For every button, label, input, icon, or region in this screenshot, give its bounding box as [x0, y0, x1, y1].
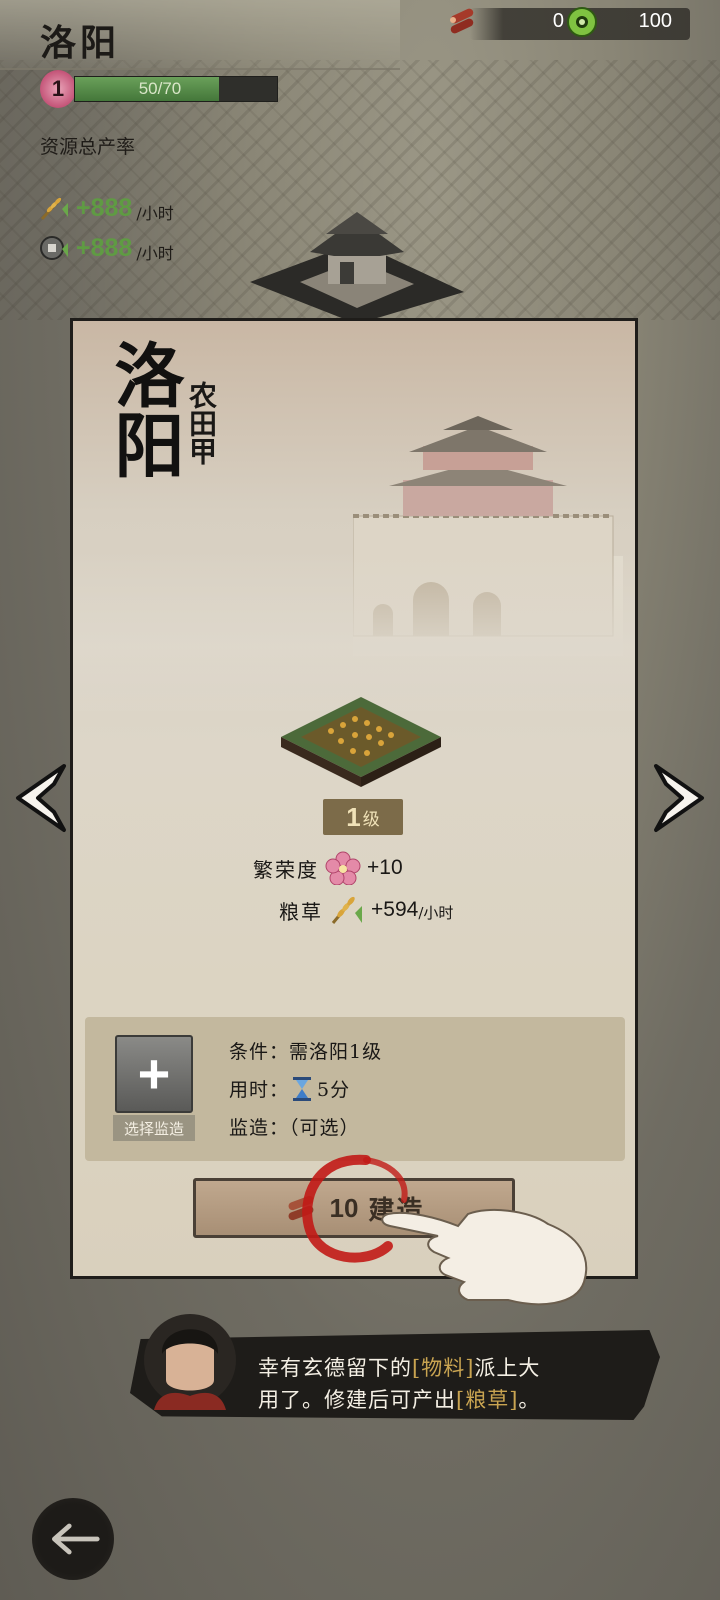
grain-icon — [40, 197, 68, 221]
building-level-number: 1 — [346, 801, 361, 832]
city-level-number: 1 — [51, 76, 65, 101]
dialog-highlight-grain: [粮草] — [456, 1388, 519, 1412]
panel-city-name: 洛阳 — [103, 339, 186, 479]
building-detail-panel: 洛阳 农田甲 1 级 繁荣度 +10 粮草 +594 /小时 + 选择监造 条件… — [70, 318, 638, 1279]
material-count: 0 — [552, 10, 564, 32]
grain-icon — [331, 896, 362, 924]
select-supervisor-label[interactable]: 选择监造 — [113, 1115, 195, 1141]
grain-stat-value: +594 — [371, 898, 419, 921]
grain-stat-row: 粮草 +594 /小时 — [279, 893, 453, 927]
prosperity-progress-text: 50/70 — [138, 79, 182, 98]
coin-rate-value: +888 — [76, 233, 133, 262]
city-level-badge: 1 — [40, 70, 76, 108]
next-arrow-icon[interactable] — [650, 760, 712, 836]
coin-rate-unit: /小时 — [136, 244, 174, 263]
build-time-line: 用时： 5分 — [229, 1075, 350, 1102]
previous-arrow-icon[interactable] — [8, 760, 70, 836]
build-conditions-box: + 选择监造 条件：需洛阳1级 用时： 5分 监造：（可选） — [85, 1017, 625, 1161]
mist-overlay — [73, 551, 635, 711]
city-title: 洛阳 — [40, 22, 121, 64]
prosperity-flower-icon — [325, 851, 361, 885]
tutorial-pointing-hand-icon — [381, 1208, 588, 1306]
prosperity-stat-label: 繁荣度 — [253, 857, 319, 882]
resource-rate-title: 资源总产率 — [40, 136, 136, 158]
dialog-text-segment: 。 — [518, 1388, 541, 1412]
building-level-tag: 1 级 — [323, 799, 403, 835]
back-arrow-icon — [52, 1523, 100, 1555]
dialog-highlight-materials: [物料] — [412, 1356, 475, 1380]
coin-rate-row: +888 /小时 — [38, 232, 174, 264]
grain-rate-value: +888 — [76, 193, 133, 222]
plus-icon: + — [137, 1042, 171, 1105]
jade-count: 100 — [638, 10, 672, 32]
coin-icon — [40, 236, 68, 260]
advisor-portrait — [144, 1314, 236, 1410]
prosperity-stat-value: +10 — [367, 856, 403, 879]
add-supervisor-button[interactable]: + — [115, 1035, 193, 1113]
build-time-label: 用时： — [229, 1079, 290, 1101]
dialog-text-segment: 派上大 — [474, 1356, 541, 1380]
back-button[interactable] — [32, 1498, 114, 1580]
grain-stat-unit: /小时 — [418, 903, 454, 922]
building-level-unit: 级 — [362, 809, 380, 830]
dialog-text-segment: 幸有玄德留下的 — [258, 1356, 412, 1380]
supervisor-line: 监造：（可选） — [229, 1117, 360, 1139]
grain-stat-label: 粮草 — [279, 899, 323, 924]
grain-rate-unit: /小时 — [136, 204, 174, 223]
wood-logs-icon — [450, 8, 474, 34]
panel-plot-name: 农田甲 — [185, 381, 218, 465]
dialog-line-1: 幸有玄德留下的[物料]派上大 — [258, 1352, 638, 1384]
build-time-value: 5分 — [317, 1079, 351, 1101]
prosperity-progress-bar: 50/70 — [74, 76, 278, 102]
advisor-dialog-text: 幸有玄德留下的[物料]派上大 用了。修建后可产出[粮草]。 — [258, 1352, 638, 1416]
dialog-line-2: 用了。修建后可产出[粮草]。 — [258, 1384, 638, 1416]
city-building-illustration[interactable] — [250, 212, 464, 324]
requirement-line: 条件：需洛阳1级 — [229, 1041, 383, 1063]
grain-rate-row: +888 /小时 — [38, 192, 174, 224]
dialog-text-segment: 用了。修建后可产出 — [258, 1388, 456, 1412]
hourglass-icon — [293, 1076, 312, 1101]
jade-coin-icon[interactable] — [566, 6, 598, 38]
farmland-illustration — [281, 697, 441, 787]
prosperity-stat-row: 繁荣度 +10 — [253, 851, 403, 885]
